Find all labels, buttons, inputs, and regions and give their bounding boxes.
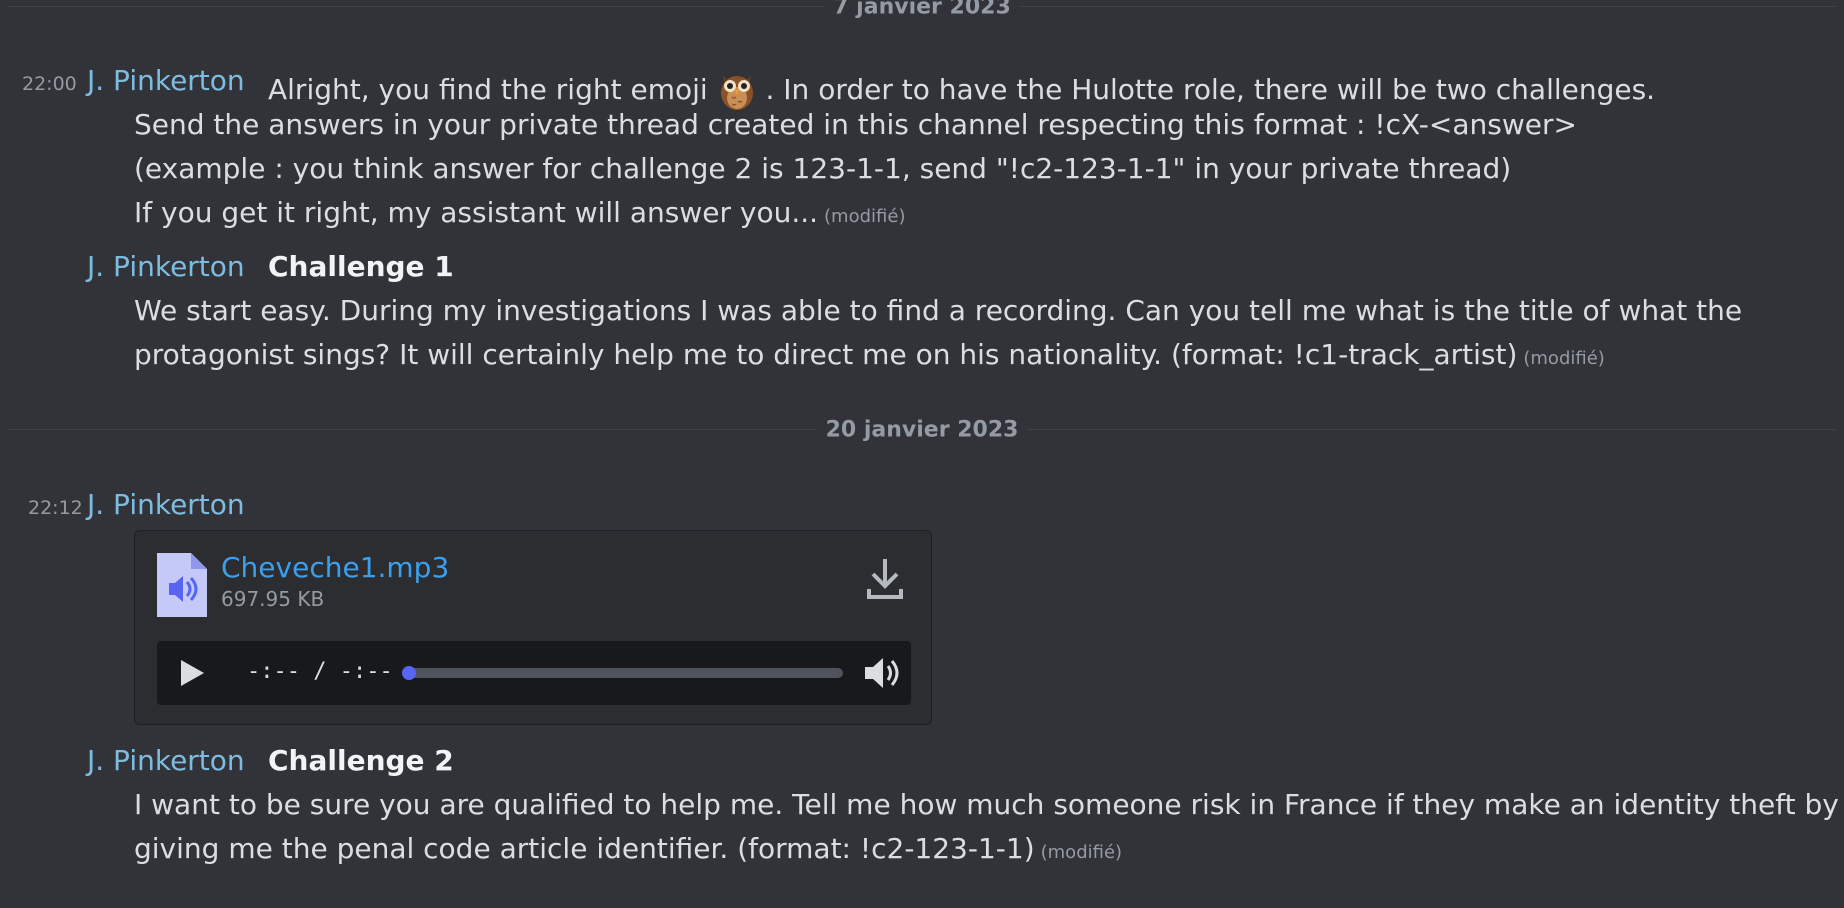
- message-line: Send the answers in your private thread …: [134, 108, 1577, 141]
- download-icon[interactable]: [865, 555, 905, 601]
- edited-indicator: (modifié): [1040, 842, 1123, 863]
- message-timestamp: 22:00: [22, 73, 77, 95]
- play-icon[interactable]: [177, 658, 207, 688]
- message-line: We start easy. During my investigations …: [134, 294, 1743, 327]
- message-line: (example : you think answer for challeng…: [134, 152, 1512, 185]
- message-text: Alright, you find the right emoji: [268, 73, 708, 106]
- challenge-title: Challenge 2: [268, 744, 454, 777]
- progress-knob[interactable]: [402, 666, 416, 680]
- author-name[interactable]: J. Pinkerton: [87, 64, 245, 97]
- edited-indicator: (modifié): [1523, 348, 1605, 369]
- message-timestamp: 22:12: [28, 497, 83, 519]
- chat-channel: 7 janvier 2023 22:00 J. Pinkerton Alrigh…: [0, 0, 1844, 908]
- author-name[interactable]: J. Pinkerton: [87, 250, 245, 283]
- message-text: If you get it right, my assistant will a…: [134, 196, 819, 229]
- message-line: Alright, you find the right emoji . In o…: [268, 67, 1655, 111]
- date-divider: 20 janvier 2023: [8, 417, 1836, 443]
- date-divider-label: 7 janvier 2023: [825, 0, 1019, 20]
- time-display: -:-- / -:--: [247, 659, 393, 684]
- date-divider-label: 20 janvier 2023: [817, 417, 1027, 443]
- message-text: . In order to have the Hulotte role, the…: [765, 73, 1656, 106]
- author-name[interactable]: J. Pinkerton: [87, 488, 245, 521]
- file-name-link[interactable]: Cheveche1.mp3: [221, 551, 449, 584]
- message-line: protagonist sings? It will certainly hel…: [134, 341, 1605, 369]
- progress-bar[interactable]: [402, 666, 843, 680]
- message-line: If you get it right, my assistant will a…: [134, 199, 905, 227]
- message-heading: Challenge 1: [268, 253, 454, 281]
- date-divider: 7 janvier 2023: [8, 0, 1836, 20]
- author-name[interactable]: J. Pinkerton: [87, 744, 245, 777]
- owl-emoji[interactable]: [719, 67, 755, 111]
- challenge-title: Challenge 1: [268, 250, 454, 283]
- message-heading: Challenge 2: [268, 747, 454, 775]
- message-line: I want to be sure you are qualified to h…: [134, 788, 1839, 821]
- message-text: giving me the penal code article identif…: [134, 832, 1035, 865]
- audio-player: -:-- / -:--: [157, 641, 911, 705]
- audio-attachment: Cheveche1.mp3 697.95 KB -:-- / -:--: [134, 530, 932, 725]
- message-text: protagonist sings? It will certainly hel…: [134, 338, 1518, 371]
- audio-file-icon: [157, 553, 207, 617]
- edited-indicator: (modifié): [824, 206, 906, 227]
- message-line: giving me the penal code article identif…: [134, 835, 1122, 863]
- volume-icon[interactable]: [863, 655, 901, 691]
- file-size: 697.95 KB: [221, 587, 325, 611]
